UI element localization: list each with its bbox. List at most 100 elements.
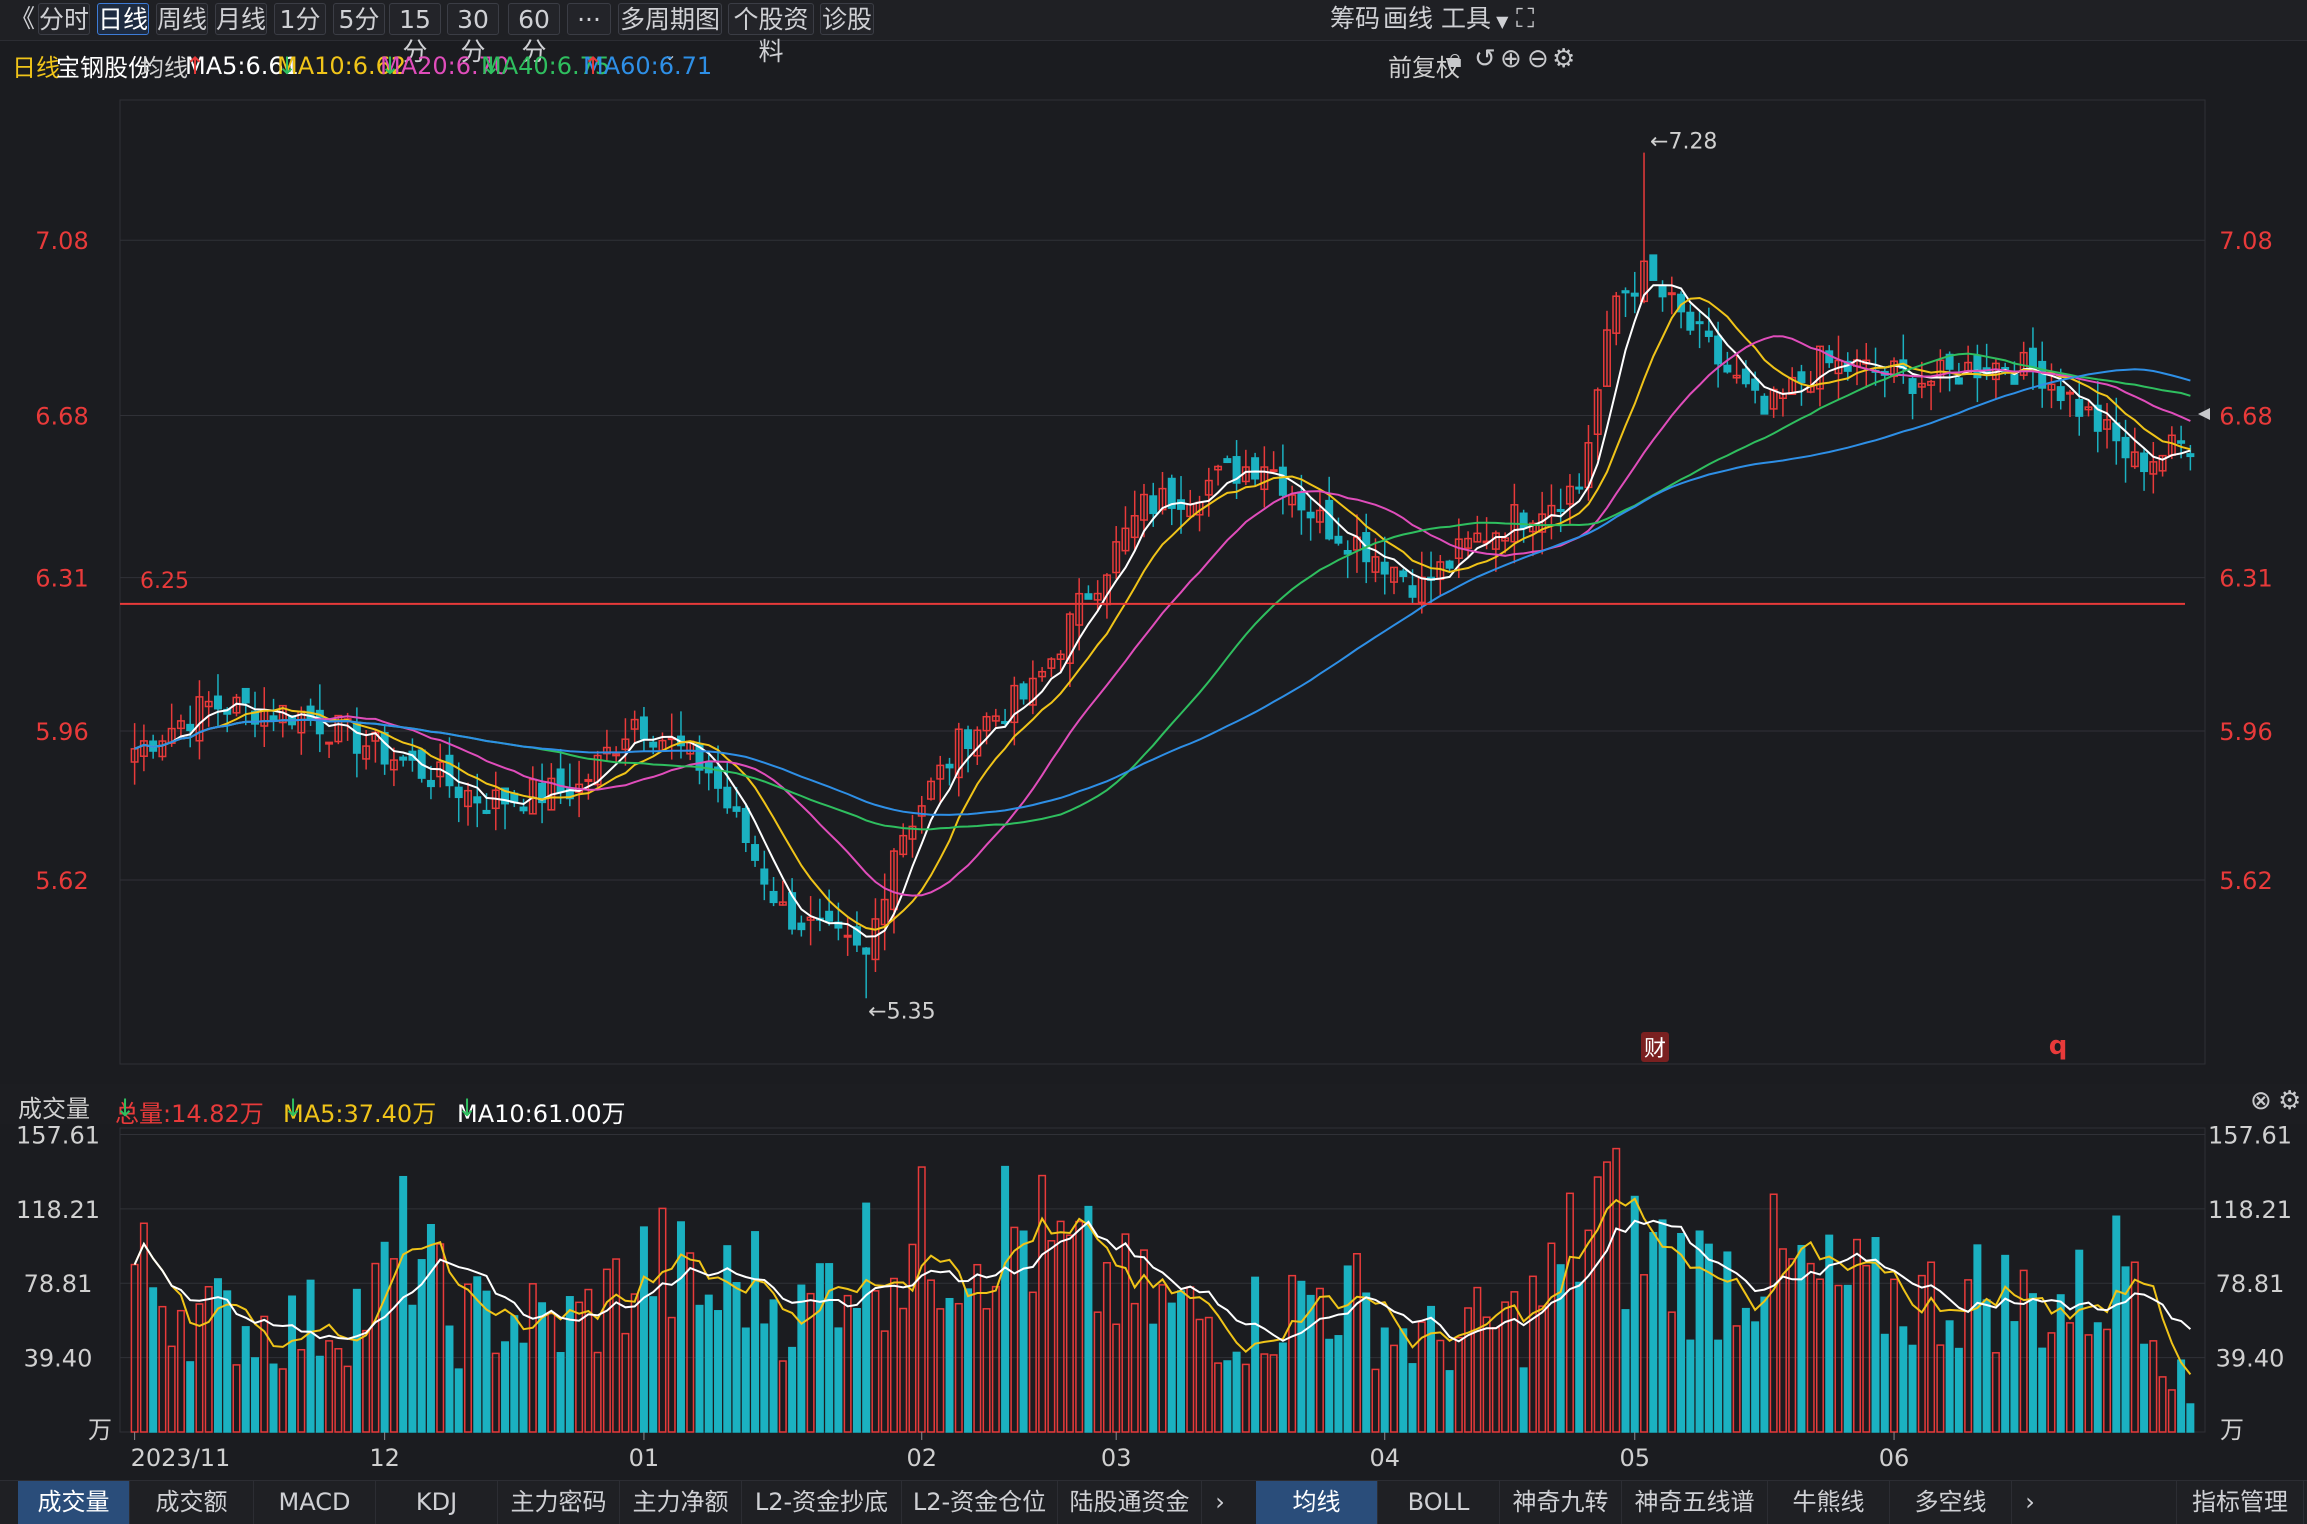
volume-bar: [1834, 1284, 1843, 1433]
tools-dropdown[interactable]: 工具 ▼: [1441, 3, 1508, 35]
fullscreen-icon[interactable]: ⛶: [1516, 4, 1534, 35]
price-tick-left: 5.62: [35, 867, 88, 895]
tab-main-net[interactable]: 主力净额: [620, 1481, 742, 1524]
volume-bar: [1204, 1316, 1213, 1433]
volume-bar: [658, 1207, 667, 1433]
tab-5min[interactable]: 5分: [333, 3, 385, 35]
candle-body: [797, 922, 806, 931]
candle-body: [714, 766, 723, 789]
tab-ma[interactable]: 均线: [1256, 1481, 1378, 1524]
chips-button[interactable]: 筹码: [1330, 3, 1380, 35]
draw-line-button[interactable]: 画线: [1383, 3, 1433, 35]
tab-60min[interactable]: 60分: [508, 3, 560, 66]
volume-bar: [1991, 1352, 2000, 1433]
zoom-in-icon[interactable]: ⊕: [1500, 44, 1522, 74]
tab-15min[interactable]: 15分: [389, 3, 441, 66]
diagnose-button[interactable]: 诊股: [820, 3, 874, 35]
volume-bar: [1677, 1233, 1686, 1433]
tab-boll[interactable]: BOLL: [1378, 1481, 1500, 1524]
undo-icon[interactable]: ↺: [1474, 44, 1496, 74]
tab-daily[interactable]: 日线: [97, 3, 149, 35]
volume-bar: [1195, 1318, 1204, 1433]
volume-bar: [1714, 1339, 1723, 1433]
candle-body: [1380, 561, 1389, 575]
candle-body: [1454, 538, 1463, 560]
tab-30min[interactable]: 30分: [447, 3, 499, 66]
candle-body: [186, 723, 195, 732]
tab-minute[interactable]: 分时: [38, 3, 90, 35]
volume-bar: [1751, 1321, 1760, 1433]
volume-bar: [1297, 1280, 1306, 1433]
volume-label[interactable]: 成交量: [18, 1089, 90, 1124]
volume-bar: [2019, 1269, 2028, 1433]
zoom-out-icon[interactable]: ⊖: [1527, 44, 1549, 74]
settings-icon[interactable]: ⚙: [1552, 44, 1575, 74]
more-button[interactable]: ···: [567, 3, 611, 35]
candle-body: [213, 695, 222, 710]
tab-macd[interactable]: MACD: [254, 1481, 376, 1524]
tab-kdj[interactable]: KDJ: [376, 1481, 498, 1524]
tab-magic-nine[interactable]: 神奇九转: [1500, 1481, 1622, 1524]
volume-bar: [602, 1268, 611, 1433]
tab-volume[interactable]: 成交量: [18, 1481, 130, 1524]
candle-body: [1417, 576, 1426, 604]
candle-body: [315, 709, 324, 735]
chevron-right-icon-2[interactable]: ›: [2012, 1481, 2048, 1524]
volume-bar: [2047, 1332, 2056, 1433]
tab-1min[interactable]: 1分: [274, 3, 326, 35]
volume-bar: [362, 1329, 371, 1433]
close-icon[interactable]: ⊗: [2250, 1086, 2272, 1116]
tab-bull-bear[interactable]: 牛熊线: [1768, 1481, 1890, 1524]
tab-l2-position[interactable]: L2-资金仓位: [902, 1481, 1058, 1524]
chevron-right-icon[interactable]: ›: [1202, 1481, 1238, 1524]
volume-bar: [1399, 1328, 1408, 1433]
q-marker[interactable]: q: [2049, 1031, 2068, 1061]
tab-monthly[interactable]: 月线: [215, 3, 267, 35]
volume-bar: [2028, 1293, 2037, 1433]
finance-badge[interactable]: [1641, 1032, 1669, 1062]
volume-bar: [1241, 1363, 1250, 1433]
volume-settings-icon[interactable]: ⚙: [2278, 1086, 2301, 1116]
tab-northbound[interactable]: 陆股通资金: [1058, 1481, 1202, 1524]
candle-body: [1927, 380, 1936, 386]
indicator-manage-button[interactable]: 指标管理: [2176, 1481, 2304, 1524]
multi-period-dropdown[interactable]: 多周期图 ⌄: [618, 3, 722, 64]
tab-main-code[interactable]: 主力密码: [498, 1481, 620, 1524]
volume-bar: [1584, 1229, 1593, 1433]
volume-bar: [1371, 1368, 1380, 1433]
tab-turnover[interactable]: 成交额: [130, 1481, 254, 1524]
stock-name[interactable]: 宝钢股份: [56, 48, 152, 83]
tab-magic-five[interactable]: 神奇五线谱: [1622, 1481, 1768, 1524]
volume-bar: [139, 1222, 148, 1433]
kline-chart[interactable]: 7.08 7.08 6.68 6.68 6.31 6.31 5.96 5.96 5.62 5.62…: [0, 0, 2307, 1523]
collapse-button[interactable]: 《: [10, 3, 35, 35]
candle-body: [278, 704, 287, 724]
volume-unit-left: 万: [88, 1416, 112, 1444]
candle-body: [1278, 466, 1287, 496]
candle-body: [139, 740, 148, 757]
candle-body: [491, 789, 500, 810]
candle-body: [260, 709, 269, 727]
tab-l2-bottom[interactable]: L2-资金抄底: [742, 1481, 902, 1524]
volume-tick-left: 157.61: [16, 1122, 100, 1150]
tab-weekly[interactable]: 周线: [156, 3, 208, 35]
volume-bar: [241, 1326, 250, 1433]
volume-bar: [2130, 1261, 2139, 1433]
volume-bar: [1575, 1281, 1584, 1433]
volume-bar: [788, 1346, 797, 1433]
ma-label[interactable]: 均线: [140, 48, 188, 83]
candle-body: [1964, 361, 1973, 375]
candle-body: [1334, 535, 1343, 544]
candle-body: [1658, 284, 1667, 298]
volume-bar: [1352, 1252, 1361, 1433]
stock-profile-button[interactable]: 个股资料: [728, 3, 814, 66]
lock-icon[interactable]: 🔒︎: [1448, 44, 1462, 75]
candle-body: [1769, 388, 1778, 410]
volume-bar: [1288, 1274, 1297, 1433]
volume-bar: [991, 1285, 1000, 1433]
candle-body: [1167, 477, 1176, 509]
candle-body: [1065, 613, 1074, 664]
ma40-line: [134, 352, 2191, 831]
tab-long-short[interactable]: 多空线: [1890, 1481, 2012, 1524]
volume-bar: [167, 1345, 176, 1433]
